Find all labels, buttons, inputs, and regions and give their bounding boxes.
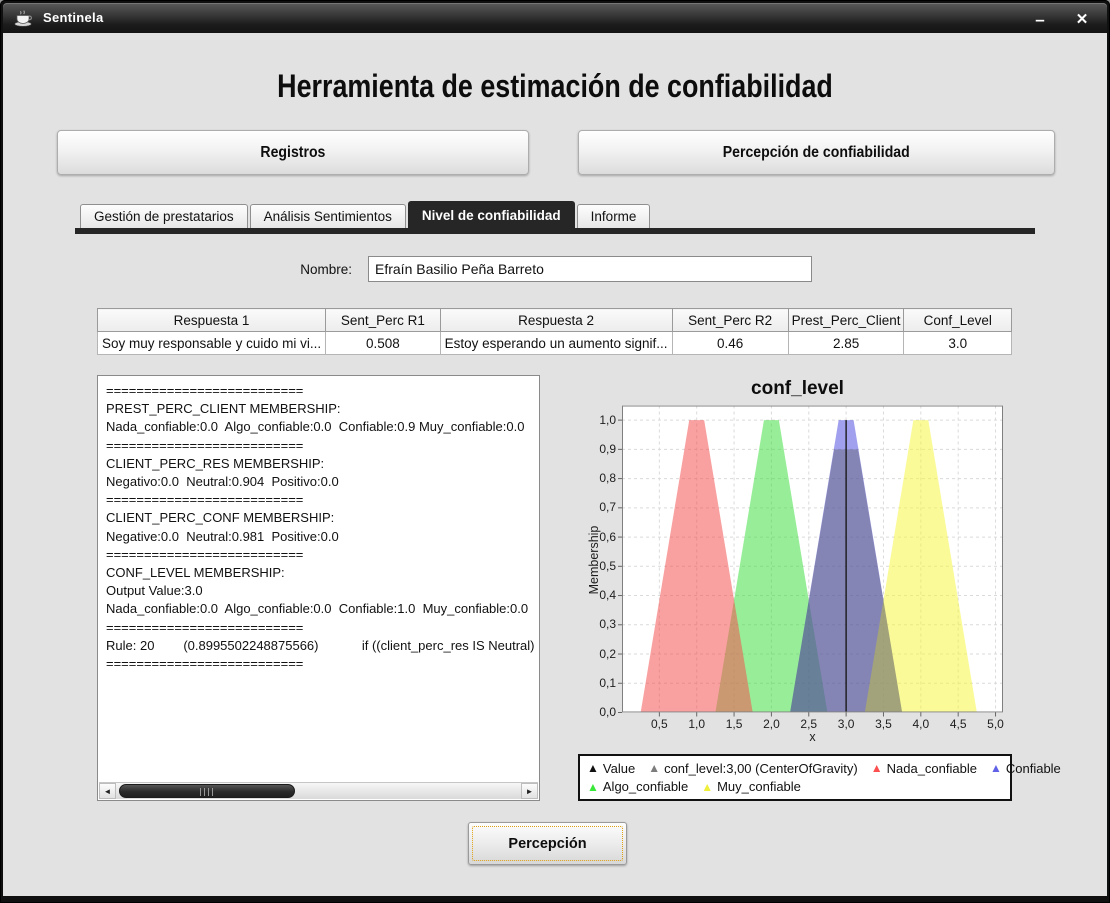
chart: conf_level Membership x 0,00,10,20,30,40… bbox=[580, 374, 1015, 746]
scrollbar-thumb[interactable] bbox=[119, 784, 295, 798]
y-tick-label: 1,0 bbox=[580, 413, 616, 427]
legend-item: ▲ Nada_confiable bbox=[871, 761, 977, 776]
title-bar: Sentinela – ✕ bbox=[3, 3, 1107, 33]
table-cell: 0.46 bbox=[672, 332, 788, 355]
y-tick-label: 0,0 bbox=[580, 705, 616, 719]
tab-informe[interactable]: Informe bbox=[577, 204, 651, 228]
percepcion-button[interactable]: Percepción bbox=[468, 822, 627, 865]
x-tick-label: 2,5 bbox=[791, 717, 827, 731]
column-header[interactable]: Sent_Perc R1 bbox=[326, 309, 441, 332]
table-row[interactable]: Soy muy responsable y cuido mi vi...0.50… bbox=[98, 332, 1012, 355]
percepcion-confiabilidad-button[interactable]: Percepción de confiabilidad bbox=[578, 130, 1055, 175]
membership-plot bbox=[622, 405, 1003, 713]
page-title: Herramienta de estimación de confiabilid… bbox=[89, 68, 1021, 105]
scroll-right-arrow-icon[interactable]: ► bbox=[521, 783, 538, 799]
legend-item: ▲ Confiable bbox=[990, 761, 1061, 776]
legend-marker-icon: ▲ bbox=[701, 781, 713, 793]
column-header[interactable]: Respuesta 2 bbox=[440, 309, 672, 332]
close-button[interactable]: ✕ bbox=[1063, 6, 1101, 33]
legend-label: Nada_confiable bbox=[887, 761, 977, 776]
column-header[interactable]: Conf_Level bbox=[904, 309, 1012, 332]
x-tick-label: 2,0 bbox=[753, 717, 789, 731]
membership-report-textarea[interactable]: ========================== PREST_PERC_CL… bbox=[97, 375, 540, 801]
x-tick-label: 3,5 bbox=[865, 717, 901, 731]
column-header[interactable]: Sent_Perc R2 bbox=[672, 309, 788, 332]
horizontal-scrollbar[interactable]: ◄ ► bbox=[99, 782, 538, 799]
y-tick-label: 0,1 bbox=[580, 676, 616, 690]
y-tick-label: 0,3 bbox=[580, 617, 616, 631]
registros-button-label: Registros bbox=[261, 144, 326, 162]
tab-analisis-sentimientos[interactable]: Análisis Sentimientos bbox=[250, 204, 406, 228]
scrollbar-grip-icon bbox=[200, 788, 214, 796]
window-title: Sentinela bbox=[43, 10, 104, 25]
table-cell: 0.508 bbox=[326, 332, 441, 355]
column-header[interactable]: Prest_Perc_Client bbox=[788, 309, 904, 332]
x-tick-label: 3,0 bbox=[828, 717, 864, 731]
legend-marker-icon: ▲ bbox=[648, 762, 660, 774]
table-cell: 3.0 bbox=[904, 332, 1012, 355]
y-tick-label: 0,6 bbox=[580, 530, 616, 544]
y-tick-label: 0,7 bbox=[580, 500, 616, 514]
table-cell: Soy muy responsable y cuido mi vi... bbox=[98, 332, 326, 355]
legend-marker-icon: ▲ bbox=[587, 781, 599, 793]
x-tick-label: 1,0 bbox=[679, 717, 715, 731]
column-header[interactable]: Respuesta 1 bbox=[98, 309, 326, 332]
minimize-button[interactable]: – bbox=[1021, 6, 1059, 33]
table-cell: 2.85 bbox=[788, 332, 904, 355]
x-axis-label: x bbox=[622, 730, 1003, 744]
results-table-body: Soy muy responsable y cuido mi vi...0.50… bbox=[98, 332, 1012, 355]
scroll-left-arrow-icon[interactable]: ◄ bbox=[99, 783, 116, 799]
chart-legend: ▲ Value ▲ conf_level:3,00 (CenterOfGravity)… bbox=[578, 754, 1012, 801]
legend-item: ▲ Algo_confiable bbox=[587, 779, 688, 794]
legend-item: ▲ Muy_confiable bbox=[701, 779, 801, 794]
table-cell: Estoy esperando un aumento signif... bbox=[440, 332, 672, 355]
chart-title: conf_level bbox=[580, 378, 1015, 400]
x-tick-label: 4,0 bbox=[903, 717, 939, 731]
java-cup-icon bbox=[14, 10, 34, 32]
x-tick-label: 4,5 bbox=[940, 717, 976, 731]
percepcion-confiabilidad-button-label: Percepción de confiabilidad bbox=[723, 144, 910, 162]
x-tick-label: 1,5 bbox=[716, 717, 752, 731]
legend-label: Algo_confiable bbox=[603, 779, 688, 794]
tab-underline bbox=[75, 228, 1035, 234]
y-tick-label: 0,9 bbox=[580, 442, 616, 456]
results-table-header-row: Respuesta 1Sent_Perc R1Respuesta 2Sent_P… bbox=[98, 309, 1012, 332]
registros-button[interactable]: Registros bbox=[57, 130, 529, 175]
percepcion-button-label: Percepción bbox=[472, 826, 623, 861]
legend-label: Confiable bbox=[1006, 761, 1061, 776]
tab-nivel-confiabilidad[interactable]: Nivel de confiabilidad bbox=[408, 201, 575, 228]
nombre-label: Nombre: bbox=[260, 262, 352, 277]
app-window: Sentinela – ✕ Herramienta de estimación … bbox=[0, 0, 1110, 903]
legend-item: ▲ conf_level:3,00 (CenterOfGravity) bbox=[648, 761, 858, 776]
legend-marker-icon: ▲ bbox=[587, 762, 599, 774]
x-tick-label: 0,5 bbox=[641, 717, 677, 731]
nombre-input[interactable] bbox=[368, 256, 812, 282]
legend-label: conf_level:3,00 (CenterOfGravity) bbox=[664, 761, 858, 776]
legend-item: ▲ Value bbox=[587, 761, 635, 776]
legend-label: Muy_confiable bbox=[717, 779, 801, 794]
tab-bar: Gestión de prestatarios Análisis Sentimi… bbox=[80, 201, 652, 228]
y-tick-label: 0,2 bbox=[580, 647, 616, 661]
results-table: Respuesta 1Sent_Perc R1Respuesta 2Sent_P… bbox=[97, 308, 1012, 355]
y-tick-label: 0,5 bbox=[580, 559, 616, 573]
y-tick-label: 0,4 bbox=[580, 588, 616, 602]
membership-report-text: ========================== PREST_PERC_CL… bbox=[98, 376, 539, 679]
legend-label: Value bbox=[603, 761, 635, 776]
y-tick-label: 0,8 bbox=[580, 471, 616, 485]
legend-marker-icon: ▲ bbox=[990, 762, 1002, 774]
tab-gestion-prestatarios[interactable]: Gestión de prestatarios bbox=[80, 204, 248, 228]
legend-marker-icon: ▲ bbox=[871, 762, 883, 774]
x-tick-label: 5,0 bbox=[978, 717, 1014, 731]
